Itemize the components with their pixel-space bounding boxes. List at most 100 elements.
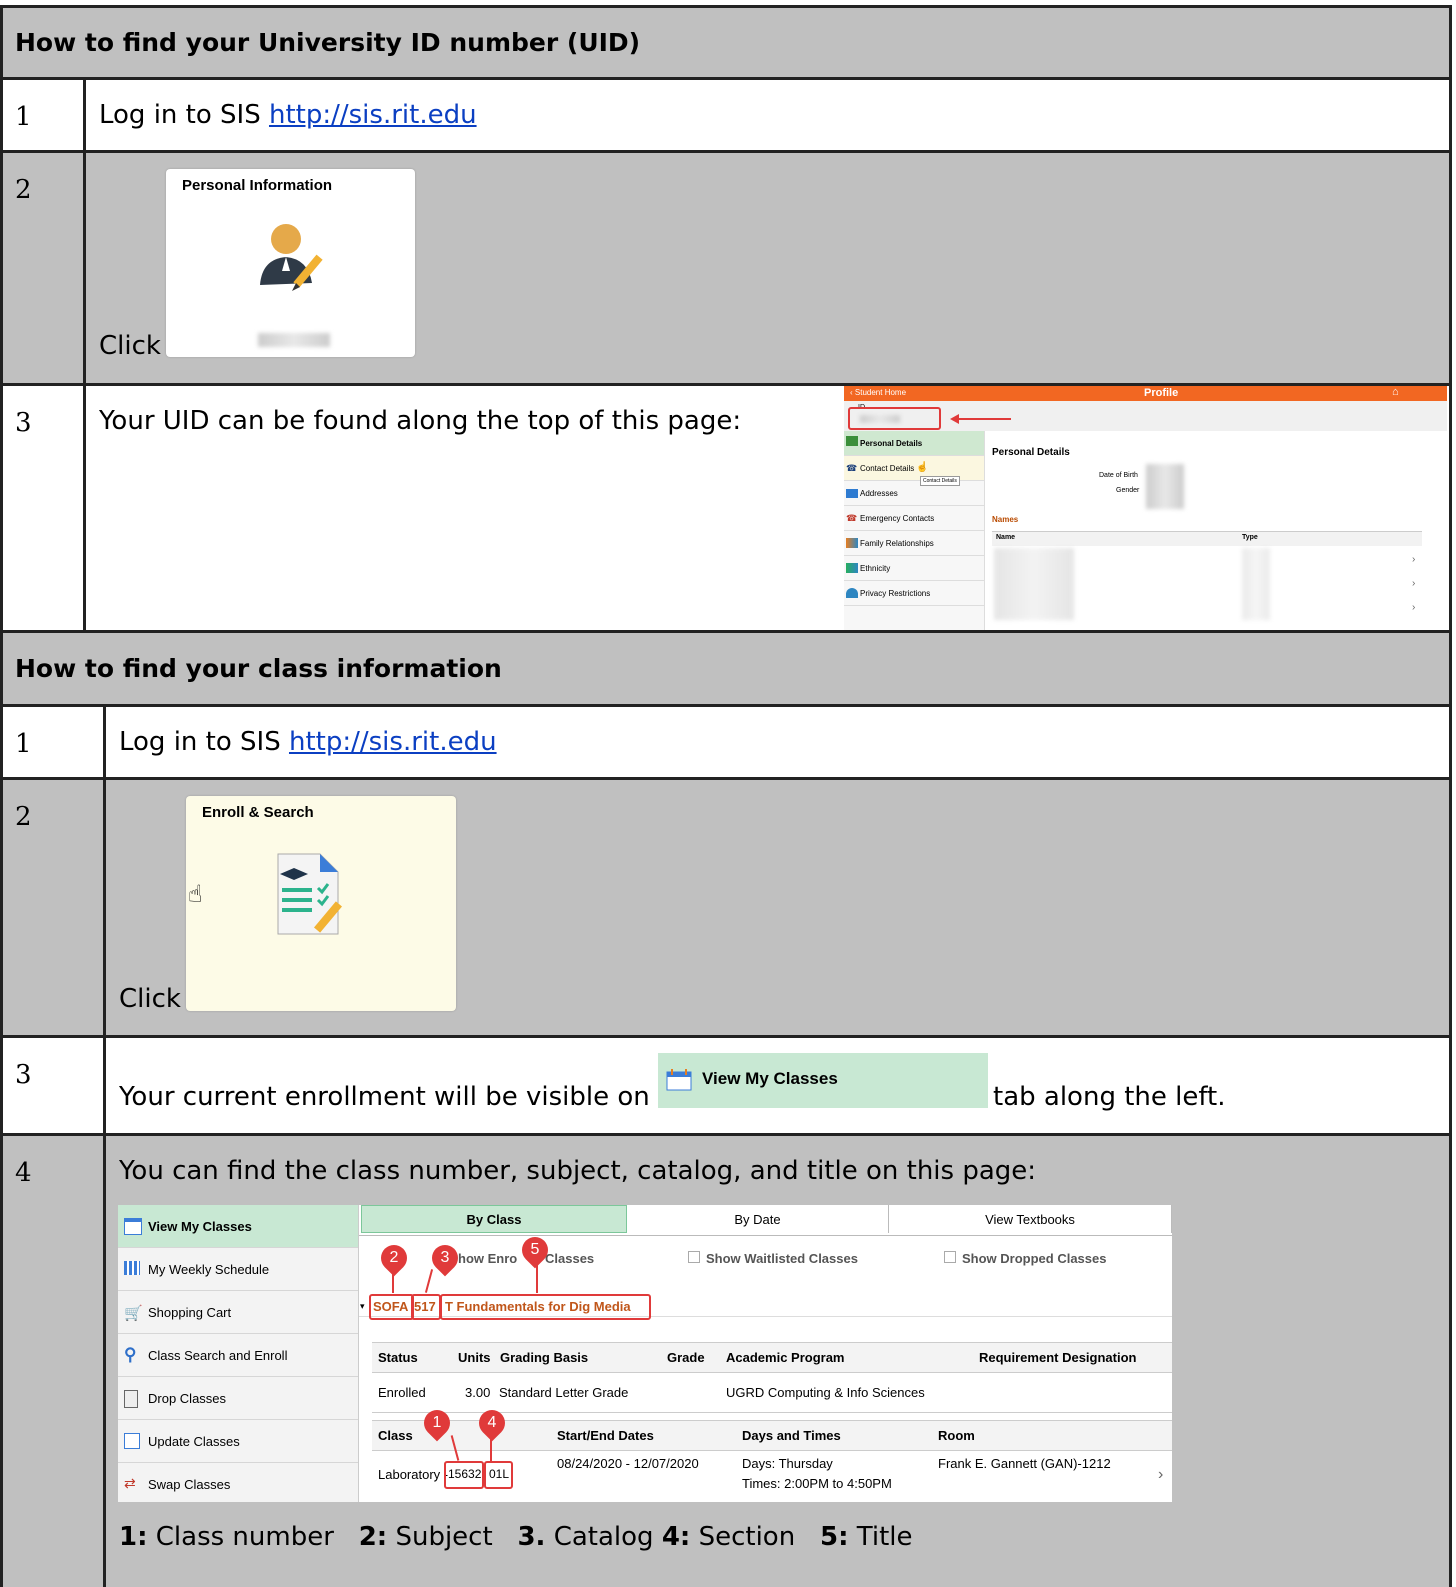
step-label: Log in to SIS (99, 100, 269, 130)
marker-5-icon: 5 (516, 1231, 554, 1269)
show-enrolled-partial[interactable]: how Enro (458, 1251, 517, 1266)
sidebar-item-contact-details[interactable]: ☎ Contact Details (844, 456, 984, 481)
sis-link[interactable]: http://sis.rit.edu (269, 100, 477, 130)
tab-view-textbooks[interactable]: View Textbooks (889, 1205, 1172, 1233)
sidebar-item-privacy-restrictions[interactable]: Privacy Restrictions (844, 581, 984, 606)
section-header-class: How to find your class information (0, 633, 1452, 707)
legend: 1: Class number 2: Subject 3. Catalog 4:… (119, 1522, 913, 1552)
blurred-names (994, 548, 1074, 620)
class-step-4: 4 You can find the class number, subject… (0, 1136, 1452, 1587)
waitlisted-checkbox[interactable] (688, 1251, 700, 1263)
profile-header-bar: ‹ Student Home Profile ⌂ (844, 386, 1447, 401)
calendar-icon (666, 1069, 692, 1091)
sidebar-item-personal-details[interactable]: Personal Details (844, 431, 984, 456)
col-academic-program: Academic Program (726, 1350, 845, 1365)
click-label: Click (119, 984, 181, 1014)
names-label: Names (992, 515, 1019, 524)
step-number: 2 (3, 153, 86, 383)
sidebar-item-class-search-and-enroll[interactable]: ⚲ Class Search and Enroll (118, 1334, 358, 1377)
section-header-uid: How to find your University ID number (U… (0, 8, 1452, 80)
legend-key: 3. (517, 1522, 546, 1552)
enroll-search-tile[interactable]: Enroll & Search (186, 796, 456, 1011)
row-chevron-icon[interactable]: › (1412, 602, 1415, 613)
enroll-document-icon (277, 853, 342, 935)
gender-label: Gender (1116, 487, 1140, 494)
step-text-after: tab along the left. (993, 1082, 1226, 1112)
cell-class-prefix: Laboratory - (378, 1467, 449, 1482)
step-number: 4 (3, 1136, 106, 1587)
personal-details-title: Personal Details (992, 447, 1070, 458)
title-highlight (440, 1294, 651, 1320)
names-table-header: Name Type (992, 531, 1422, 546)
sidebar-item-shopping-cart[interactable]: 🛒 Shopping Cart (118, 1291, 358, 1334)
col-requirement-designation: Requirement Designation (979, 1350, 1137, 1365)
sidebar-item-emergency-contacts[interactable]: ☎ Emergency Contacts (844, 506, 984, 531)
cell-grading-basis: Standard Letter Grade (499, 1385, 629, 1400)
personal-information-tile[interactable]: Personal Information (166, 169, 415, 357)
sis-link[interactable]: http://sis.rit.edu (289, 727, 497, 757)
sidebar-item-drop-classes[interactable]: Drop Classes (118, 1377, 358, 1420)
enrollment-table-header: Status Units Grading Basis Grade Academi… (372, 1342, 1172, 1373)
sidebar-item-update-classes[interactable]: Update Classes (118, 1420, 358, 1463)
sidebar-item-swap-classes[interactable]: ⇄ Swap Classes (118, 1463, 358, 1502)
col-class: Class (378, 1428, 413, 1443)
show-enrolled-partial-end[interactable]: Classes (545, 1251, 594, 1266)
sidebar-item-family-relationships[interactable]: Family Relationships (844, 531, 984, 556)
legend-key: 2: (358, 1522, 388, 1552)
row-chevron-icon[interactable]: › (1158, 1466, 1163, 1484)
step-number: 1 (3, 707, 106, 777)
section-highlight (484, 1461, 513, 1489)
legend-key: 5: (820, 1522, 849, 1552)
step-number: 1 (3, 80, 86, 150)
view-my-classes-button[interactable]: View My Classes (658, 1053, 988, 1108)
dropped-checkbox[interactable] (944, 1251, 956, 1263)
collapse-caret-icon[interactable]: ▾ (360, 1301, 365, 1312)
arrow-line (956, 418, 1011, 420)
sidebar-item-addresses[interactable]: Addresses (844, 481, 984, 506)
profile-title: Profile (1144, 387, 1179, 399)
id-highlight (848, 407, 941, 430)
cell-times: Times: 2:00PM to 4:50PM (742, 1476, 892, 1491)
row-chevron-icon[interactable]: › (1412, 578, 1415, 589)
cell-units: 3.00 (465, 1385, 491, 1400)
back-student-home[interactable]: ‹ Student Home (850, 388, 906, 397)
class-step-2: 2 Click Enroll & Search ☝ (0, 780, 1452, 1038)
profile-screenshot: ‹ Student Home Profile ⌂ ID Personal Det… (844, 386, 1447, 630)
blurred-label (258, 333, 330, 347)
uid-step-3: 3 Your UID can be found along the top of… (0, 386, 1452, 633)
class-step-1: 1 Log in to SIS http://sis.rit.edu (0, 707, 1452, 780)
uid-step-1: 1 Log in to SIS http://sis.rit.edu (0, 80, 1452, 153)
cursor-hand-icon: ☝ (916, 462, 929, 473)
legend-label: Subject (395, 1522, 493, 1552)
tile-title: Personal Information (182, 177, 333, 194)
tab-by-date[interactable]: By Date (627, 1205, 889, 1233)
legend-label: Section (698, 1522, 796, 1552)
home-icon[interactable]: ⌂ (1392, 386, 1399, 398)
marker-4-icon: 4 (473, 1404, 511, 1442)
step-number: 2 (3, 780, 106, 1035)
cell-status: Enrolled (378, 1385, 426, 1400)
pointer-line (392, 1269, 394, 1293)
id-bar: ID (844, 401, 1447, 431)
catalog-highlight (411, 1294, 441, 1320)
tooltip: Contact Details (920, 476, 960, 486)
step-text: You can find the class number, subject, … (119, 1156, 1037, 1186)
step-content: Your UID can be found along the top of t… (86, 386, 1449, 630)
row-chevron-icon[interactable]: › (1412, 554, 1415, 565)
col-status: Status (378, 1350, 418, 1365)
profile-sidebar: Personal Details ☎ Contact Details Addres… (844, 431, 985, 630)
sidebar-item-my-weekly-schedule[interactable]: My Weekly Schedule (118, 1248, 358, 1291)
col-units: Units (458, 1350, 491, 1365)
sidebar-item-view-my-classes[interactable]: View My Classes (118, 1205, 358, 1248)
show-waitlisted-label: Show Waitlisted Classes (706, 1251, 858, 1266)
cell-academic-program: UGRD Computing & Info Sciences (726, 1385, 925, 1400)
pointer-line (424, 1269, 434, 1293)
blurred-values (1146, 464, 1184, 509)
arrow-head (950, 414, 959, 424)
col-type: Type (1242, 534, 1258, 541)
marker-2-icon: 2 (375, 1239, 413, 1277)
tab-by-class[interactable]: By Class (361, 1205, 627, 1233)
sidebar-item-ethnicity[interactable]: Ethnicity (844, 556, 984, 581)
enrollment-table-row: Enrolled 3.00 Standard Letter Grade UGRD… (372, 1372, 1172, 1413)
step-number: 3 (3, 1038, 106, 1133)
